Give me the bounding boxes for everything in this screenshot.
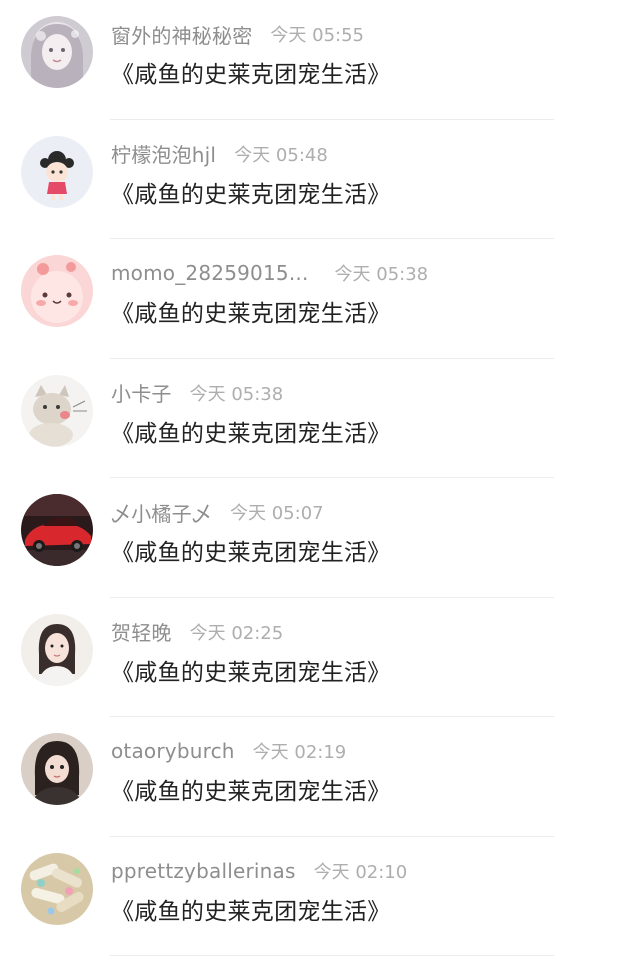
username[interactable]: 小卡子 [111,378,172,407]
comment-text: 《咸鱼的史莱克团宠生活》 [111,414,391,448]
comment-item[interactable]: 贺轻晚 今天 02:25 《咸鱼的史莱克团宠生活》 [0,598,640,718]
cartoon-girl-avatar [21,136,93,208]
comment-meta: 贺轻晚 今天 02:25 [111,618,283,646]
comment-meta: 窗外的神秘秘密 今天 05:55 [111,20,364,48]
timestamp: 今天 02:25 [190,619,284,645]
food-photo-avatar [21,853,93,925]
comment-item[interactable]: 窗外的神秘秘密 今天 05:55 《咸鱼的史莱克团宠生活》 [0,0,640,120]
comment-text: 《咸鱼的史莱克团宠生活》 [111,772,391,806]
girl-photo-avatar [21,614,93,686]
avatar[interactable] [21,733,93,805]
username[interactable]: pprettzyballerinas [111,859,296,883]
comment-text: 《咸鱼的史莱克团宠生活》 [111,892,391,926]
comment-text: 《咸鱼的史莱克团宠生活》 [111,294,391,328]
comment-item[interactable]: momo_28259015... 今天 05:38 《咸鱼的史莱克团宠生活》 [0,239,640,359]
username[interactable]: momo_28259015... [111,261,309,285]
comment-item[interactable]: otaoryburch 今天 02:19 《咸鱼的史莱克团宠生活》 [0,717,640,837]
comment-meta: 乄小橘子乄 今天 05:07 [111,498,324,526]
girl-photo-avatar [21,733,93,805]
username[interactable]: 乄小橘子乄 [111,498,212,527]
comment-item[interactable]: 小卡子 今天 05:38 《咸鱼的史莱克团宠生活》 [0,359,640,479]
avatar[interactable] [21,375,93,447]
timestamp: 今天 05:07 [230,499,324,525]
avatar[interactable] [21,136,93,208]
comment-meta: 小卡子 今天 05:38 [111,379,283,407]
timestamp: 今天 02:10 [314,858,408,884]
avatar[interactable] [21,614,93,686]
avatar[interactable] [21,255,93,327]
comment-text: 《咸鱼的史莱克团宠生活》 [111,653,391,687]
comment-text: 《咸鱼的史莱克团宠生活》 [111,533,391,567]
comment-meta: momo_28259015... 今天 05:38 [111,259,428,287]
comment-item[interactable]: pprettzyballerinas 今天 02:10 《咸鱼的史莱克团宠生活》 [0,837,640,956]
avatar[interactable] [21,853,93,925]
avatar[interactable] [21,16,93,88]
red-car-avatar [21,494,93,566]
username[interactable]: 柠檬泡泡hjl [111,139,216,168]
comment-item[interactable]: 乄小橘子乄 今天 05:07 《咸鱼的史莱克团宠生活》 [0,478,640,598]
username[interactable]: 贺轻晚 [111,617,172,646]
username[interactable]: 窗外的神秘秘密 [111,20,252,49]
comment-meta: otaoryburch 今天 02:19 [111,737,346,765]
pink-cartoon-avatar [21,255,93,327]
comment-text: 《咸鱼的史莱克团宠生活》 [111,175,391,209]
timestamp: 今天 05:38 [335,260,429,286]
comment-meta: pprettzyballerinas 今天 02:10 [111,857,407,885]
comment-list: 窗外的神秘秘密 今天 05:55 《咸鱼的史莱克团宠生活》 柠檬泡泡hjl 今 [0,0,640,953]
timestamp: 今天 02:19 [253,738,347,764]
avatar[interactable] [21,494,93,566]
girl-illustration-avatar [21,16,93,88]
cat-drawing-avatar [21,375,93,447]
timestamp: 今天 05:55 [270,21,364,47]
timestamp: 今天 05:38 [190,380,284,406]
comment-text: 《咸鱼的史莱克团宠生活》 [111,55,391,89]
comment-item[interactable]: 柠檬泡泡hjl 今天 05:48 《咸鱼的史莱克团宠生活》 [0,120,640,240]
comment-meta: 柠檬泡泡hjl 今天 05:48 [111,140,328,168]
username[interactable]: otaoryburch [111,739,235,763]
timestamp: 今天 05:48 [234,141,328,167]
